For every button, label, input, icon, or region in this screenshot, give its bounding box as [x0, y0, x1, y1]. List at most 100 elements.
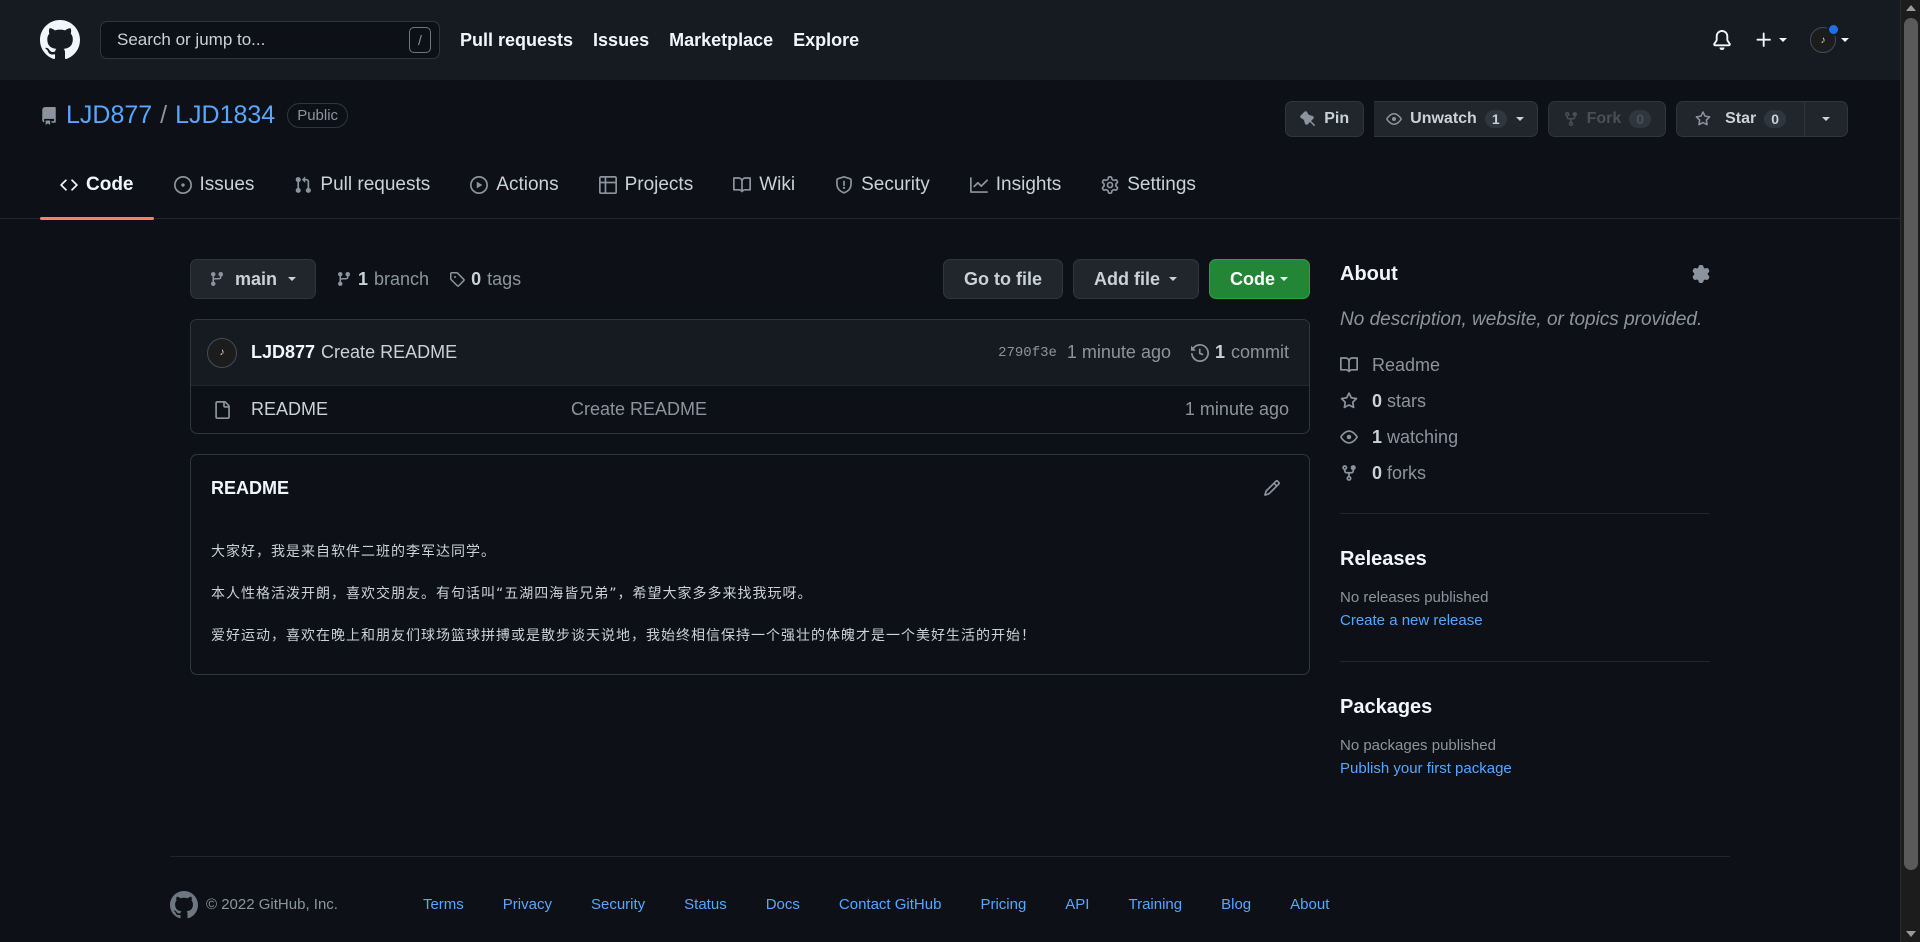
- commits-history-link[interactable]: 1 commit: [1190, 342, 1289, 363]
- releases-empty-text: No releases published: [1340, 589, 1489, 606]
- book-icon: [733, 176, 752, 192]
- footer-link-status[interactable]: Status: [684, 896, 727, 913]
- visibility-badge: Public: [287, 103, 349, 128]
- scrollbar-thumb[interactable]: [1904, 18, 1918, 870]
- nav-pull-requests[interactable]: Pull requests: [460, 30, 573, 51]
- git-pull-request-icon: [296, 176, 312, 193]
- top-nav: Pull requests Issues Marketplace Explore: [460, 30, 859, 51]
- add-file-button[interactable]: Add file: [1073, 259, 1199, 299]
- about-stats: Readme 0 stars 1 watching 0 forks: [1340, 347, 1710, 491]
- about-description: No description, website, or topics provi…: [1340, 309, 1703, 330]
- star-button[interactable]: Star 0: [1676, 101, 1805, 137]
- chevron-down-icon: [1841, 38, 1849, 42]
- commit-author-link[interactable]: LJD877: [251, 342, 315, 363]
- star-list-dropdown[interactable]: [1805, 101, 1848, 137]
- file-icon: [215, 400, 230, 419]
- window-scrollbar[interactable]: [1900, 0, 1920, 942]
- repo-tabs: Code Issues Pull requests Actions Projec…: [40, 150, 1216, 220]
- scroll-up-arrow-icon[interactable]: [1906, 5, 1916, 11]
- fork-icon: [1342, 465, 1356, 481]
- footer-link-api[interactable]: API: [1065, 896, 1089, 913]
- readme-paragraph: 本人性格活泼开朗，喜欢交朋友。有句话叫“五湖四海皆兄弟”，希望大家多多来找我玩呀…: [211, 586, 813, 602]
- search-input[interactable]: Search or jump to... /: [100, 21, 440, 59]
- commit-author-avatar[interactable]: ♪: [207, 337, 237, 368]
- chevron-down-icon: [1169, 277, 1177, 281]
- repo-owner-link[interactable]: LJD877: [66, 101, 152, 130]
- footer-link-terms[interactable]: Terms: [423, 896, 464, 913]
- readme-link[interactable]: Readme: [1340, 347, 1710, 383]
- create-new-plus-icon[interactable]: [1754, 30, 1788, 50]
- tab-actions[interactable]: Actions: [450, 150, 578, 219]
- about-title: About: [1340, 262, 1398, 285]
- go-to-file-button[interactable]: Go to file: [943, 259, 1063, 299]
- play-icon: [470, 175, 489, 194]
- tab-issues[interactable]: Issues: [154, 150, 275, 219]
- commit-message-link[interactable]: Create README: [321, 342, 457, 363]
- footer-link-privacy[interactable]: Privacy: [503, 896, 552, 913]
- nav-issues[interactable]: Issues: [593, 30, 649, 51]
- stars-link[interactable]: 0 stars: [1340, 383, 1710, 419]
- fork-button[interactable]: Fork 0: [1547, 101, 1667, 137]
- user-menu[interactable]: ♪: [1810, 23, 1850, 53]
- branch-label: branch: [374, 268, 430, 289]
- branches-link[interactable]: 1 branch: [336, 269, 429, 290]
- tab-settings[interactable]: Settings: [1081, 150, 1216, 219]
- releases-title[interactable]: Releases: [1340, 548, 1710, 571]
- chevron-down-icon: [1515, 117, 1524, 121]
- code-button[interactable]: Code: [1209, 259, 1310, 299]
- pin-button[interactable]: Pin: [1285, 101, 1365, 137]
- github-logo-icon[interactable]: [40, 20, 80, 60]
- readme-content: 大家好，我是来自软件二班的李军达同学。 本人性格活泼开朗，喜欢交朋友。有句话叫“…: [211, 541, 1289, 645]
- edit-pencil-icon[interactable]: [1263, 479, 1281, 497]
- gear-icon[interactable]: [1692, 265, 1710, 283]
- publish-package-link[interactable]: Publish your first package: [1340, 760, 1710, 777]
- chevron-down-icon: [1280, 277, 1288, 281]
- graph-icon: [969, 176, 988, 193]
- table-row[interactable]: README Create README 1 minute ago: [191, 386, 1309, 433]
- watching-link[interactable]: 1 watching: [1340, 419, 1710, 455]
- tags-link[interactable]: 0 tags: [449, 269, 521, 290]
- footer-links: Terms Privacy Security Status Docs Conta…: [423, 896, 1368, 913]
- nav-marketplace[interactable]: Marketplace: [669, 30, 773, 51]
- github-mark-icon[interactable]: [170, 890, 198, 919]
- unwatch-button[interactable]: Unwatch 1: [1374, 101, 1538, 137]
- tab-code[interactable]: Code: [40, 150, 154, 220]
- footer-copyright: © 2022 GitHub, Inc.: [170, 890, 338, 919]
- file-navigation: main 1 branch 0 tags Go to file Add file…: [190, 259, 1310, 299]
- file-commit-message-link[interactable]: Create README: [571, 399, 707, 420]
- forks-link[interactable]: 0 forks: [1340, 455, 1710, 491]
- commit-sha-link[interactable]: 2790f3e: [998, 345, 1057, 361]
- footer-link-training[interactable]: Training: [1128, 896, 1182, 913]
- nav-explore[interactable]: Explore: [793, 30, 859, 51]
- tab-projects[interactable]: Projects: [579, 150, 714, 219]
- watch-count: 1: [1484, 110, 1507, 128]
- footer-link-contact[interactable]: Contact GitHub: [839, 896, 942, 913]
- create-release-link[interactable]: Create a new release: [1340, 612, 1710, 629]
- footer-link-about[interactable]: About: [1290, 896, 1329, 913]
- notifications-bell-icon[interactable]: [1712, 30, 1732, 50]
- tab-security[interactable]: Security: [815, 150, 950, 219]
- forks-label: forks: [1387, 462, 1427, 483]
- footer-link-security[interactable]: Security: [591, 896, 645, 913]
- readme-title: README: [211, 477, 290, 498]
- watching-label: watching: [1387, 426, 1459, 447]
- scroll-down-arrow-icon[interactable]: [1906, 931, 1916, 937]
- footer-link-blog[interactable]: Blog: [1221, 896, 1251, 913]
- footer-link-pricing[interactable]: Pricing: [980, 896, 1026, 913]
- file-name-link[interactable]: README: [251, 399, 571, 420]
- repo-name-link[interactable]: LJD1834: [175, 101, 275, 130]
- history-icon: [1190, 343, 1209, 362]
- tab-label: Issues: [199, 173, 255, 195]
- tab-label: Pull requests: [320, 173, 431, 195]
- tab-wiki[interactable]: Wiki: [713, 150, 815, 219]
- packages-title[interactable]: Packages: [1340, 696, 1710, 719]
- notification-dot-icon: [1827, 23, 1840, 36]
- star-count: 0: [1764, 110, 1786, 128]
- tab-insights[interactable]: Insights: [950, 150, 1081, 219]
- file-actions: Go to file Add file Code: [943, 259, 1310, 299]
- star-icon: [1695, 111, 1711, 126]
- code-label: Code: [1230, 268, 1275, 289]
- footer-link-docs[interactable]: Docs: [766, 896, 800, 913]
- tab-pull-requests[interactable]: Pull requests: [274, 150, 450, 219]
- branch-select-button[interactable]: main: [190, 259, 317, 299]
